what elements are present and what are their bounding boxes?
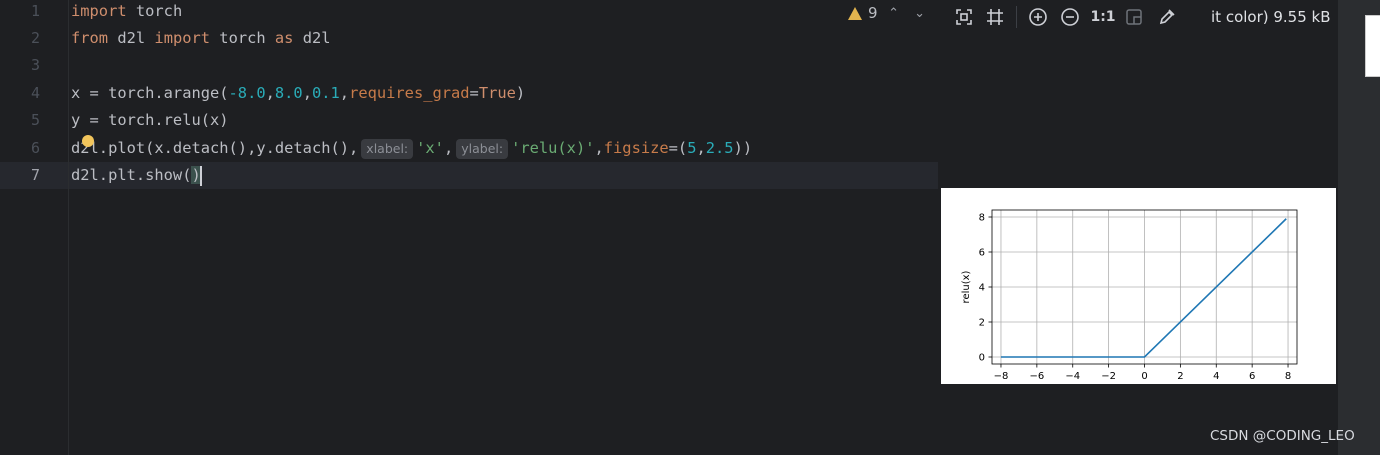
string-literal: 'relu(x)' <box>511 139 595 157</box>
keyword: True <box>478 84 516 102</box>
code-line-5[interactable]: y = torch.relu(x) <box>71 107 229 134</box>
x-tick-label: 6 <box>1249 371 1255 382</box>
code-text: torch <box>126 2 183 20</box>
y-tick-label: 0 <box>979 353 985 364</box>
line-number: 2 <box>30 29 40 47</box>
number-literal: 0.1 <box>311 84 340 102</box>
zoom-out-icon[interactable] <box>1059 6 1081 28</box>
code-line-7[interactable]: d2l.plt.show() <box>71 162 202 189</box>
number-literal: 2.5 <box>705 139 734 157</box>
code-text: = <box>469 84 479 102</box>
text-caret <box>199 165 202 186</box>
image-viewer-panel: 1:1 it color) 9.55 kB −8 −6 −4 −2 0 2 4 6 8 0 2 4 6 8… <box>939 0 1338 455</box>
x-tick-label: 2 <box>1177 371 1183 382</box>
x-tick-label: −6 <box>1029 371 1044 382</box>
keyword: import <box>154 29 211 47</box>
x-tick-label: 8 <box>1285 371 1291 382</box>
line-number-gutter: 1 2 3 4 5 6 7 <box>0 0 69 455</box>
keyword: import <box>71 2 127 20</box>
code-line-4[interactable]: x = torch.arange(-8.0,8.0,0.1,requires_g… <box>71 80 525 107</box>
code-text: ) <box>515 84 526 102</box>
number-literal: 8.0 <box>274 84 303 102</box>
code-text: y.detach() <box>256 139 350 157</box>
image-file-info: it color) 9.55 kB <box>1211 8 1331 26</box>
x-tick-label: 4 <box>1213 371 1219 382</box>
y-tick-label: 8 <box>979 213 985 224</box>
line-number: 3 <box>30 56 40 74</box>
x-tick-label: −4 <box>1065 371 1080 382</box>
x-tick-label: 0 <box>1141 371 1147 382</box>
keyword: from <box>71 29 109 47</box>
code-editor[interactable]: 1 2 3 4 5 6 7 import torch from d2l impo… <box>0 0 938 455</box>
code-line-6[interactable]: d2l.plot(x.detach(),y.detach(), xlabel:'x… <box>71 135 752 162</box>
code-text: )) <box>733 139 753 157</box>
toolbar-separator <box>1016 6 1017 28</box>
code-text: x = torch.arange( <box>71 84 229 102</box>
code-text: torch <box>210 29 275 47</box>
relu-chart: −8 −6 −4 −2 0 2 4 6 8 0 2 4 6 8 relu(x) <box>961 209 1298 382</box>
parameter-hint-xlabel: xlabel: <box>361 139 414 159</box>
code-text: d2l.plot(x.detach() <box>71 139 248 157</box>
x-tick-label: −2 <box>1101 371 1116 382</box>
warning-icon <box>848 6 862 20</box>
background-icon[interactable] <box>1123 6 1145 28</box>
zoom-in-icon[interactable] <box>1027 6 1049 28</box>
line-number: 4 <box>30 84 40 102</box>
color-picker-icon[interactable] <box>1156 6 1178 28</box>
keyword-argument: figsize <box>603 139 669 157</box>
code-text: d2l.plt.show( <box>71 166 192 184</box>
warning-count: 9 <box>868 4 878 22</box>
parameter-hint-ylabel: ylabel: <box>456 139 509 159</box>
image-thumbnail[interactable] <box>1365 15 1380 77</box>
chevron-down-icon[interactable]: ⌄ <box>910 6 930 21</box>
x-tick-label: −8 <box>994 371 1009 382</box>
code-text: d2l <box>293 29 331 47</box>
y-tick-label: 2 <box>979 318 985 329</box>
code-line-1[interactable]: import torch <box>71 0 182 25</box>
lightbulb-icon[interactable] <box>82 135 94 147</box>
number-literal: -8.0 <box>228 84 266 102</box>
y-tick-label: 6 <box>979 248 985 259</box>
code-text: y = torch.relu(x) <box>71 111 229 129</box>
plot-image: −8 −6 −4 −2 0 2 4 6 8 0 2 4 6 8 relu(x) <box>941 188 1336 384</box>
series-line <box>1000 218 1287 358</box>
line-number: 5 <box>30 111 40 129</box>
code-text: d2l <box>108 29 155 47</box>
grid-icon[interactable] <box>984 6 1006 28</box>
string-literal: 'x' <box>416 139 444 157</box>
watermark: CSDN @CODING_LEO <box>1210 428 1355 444</box>
line-number: 1 <box>30 2 40 20</box>
code-line-2[interactable]: from d2l import torch as d2l <box>71 25 331 52</box>
actual-size-button[interactable]: 1:1 <box>1089 6 1117 28</box>
code-text: =( <box>668 139 688 157</box>
inspection-widget[interactable]: 9 ⌃ ⌄ <box>848 2 930 24</box>
fit-icon[interactable] <box>953 6 975 28</box>
chevron-up-icon[interactable]: ⌃ <box>884 6 904 21</box>
viewer-toolbar: 1:1 it color) 9.55 kB <box>939 0 1338 34</box>
y-tick-label: 4 <box>979 283 985 294</box>
keyword-argument: requires_grad <box>349 84 470 102</box>
keyword: as <box>274 29 294 47</box>
line-number: 6 <box>30 139 40 157</box>
y-axis-label: relu(x) <box>961 270 972 303</box>
line-number-current: 7 <box>30 166 40 184</box>
